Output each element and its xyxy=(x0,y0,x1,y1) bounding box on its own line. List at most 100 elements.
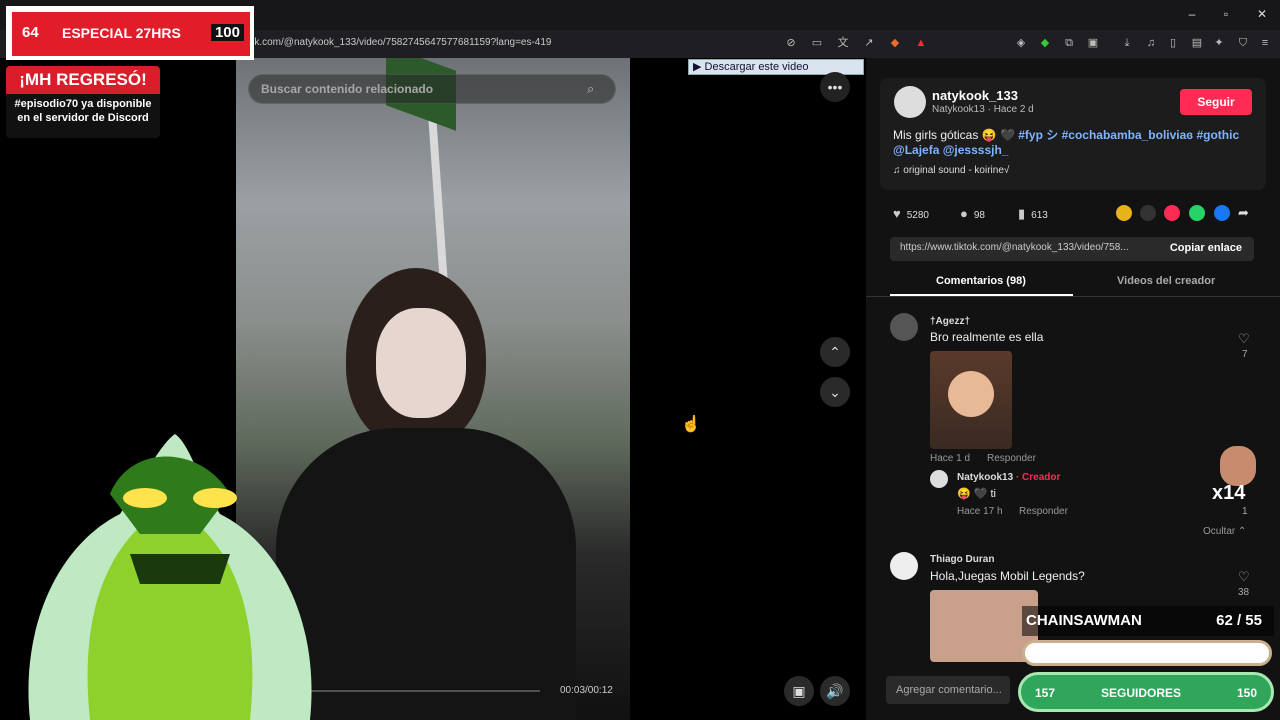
tab-creator-videos[interactable]: Videos del creador xyxy=(1117,275,1215,287)
video-link: https://www.tiktok.com/@natykook_133/vid… xyxy=(900,242,1129,253)
banner-title: ¡MH REGRESÓ! xyxy=(6,66,160,94)
bookmark-icon: ▮ xyxy=(1018,206,1026,221)
score-right: 100 xyxy=(210,24,244,41)
puzzle-icon[interactable]: ⧉ xyxy=(1062,36,1076,50)
maximize-icon[interactable]: ▫ xyxy=(1218,6,1234,22)
follow-button[interactable]: Seguir xyxy=(1180,89,1252,115)
video-timecode: 00:03/00:12 xyxy=(560,685,613,696)
streamer-webcam xyxy=(1220,446,1256,486)
cast-icon[interactable]: ▭ xyxy=(810,36,824,50)
link-box: https://www.tiktok.com/@natykook_133/vid… xyxy=(890,237,1254,261)
comment-avatar[interactable] xyxy=(890,552,918,580)
vpn-icon[interactable]: ⛉ xyxy=(1236,36,1250,50)
caption-text: Mis girls góticas 😝 🖤 xyxy=(893,128,1019,142)
comment-image[interactable] xyxy=(930,351,1012,449)
search-placeholder: Buscar contenido relacionado xyxy=(261,82,434,96)
extension-icon[interactable]: ◈ xyxy=(1014,36,1028,50)
copy-link-button[interactable]: Copiar enlace xyxy=(1170,242,1242,254)
gift-multiplier: x14 xyxy=(1212,482,1246,504)
hide-replies-button[interactable]: Ocultar ⌃ xyxy=(1203,526,1246,537)
search-icon[interactable]: ⌕ xyxy=(587,81,603,97)
author-username[interactable]: natykook_133 xyxy=(932,88,1018,103)
score-left: 64 xyxy=(22,24,39,41)
save-button[interactable]: ▮ 613 xyxy=(1018,206,1048,222)
reply-author[interactable]: Natykook13 · Creador xyxy=(957,472,1060,483)
banner-line-2: en el servidor de Discord xyxy=(17,112,149,124)
event-score-inner: 64 ESPECIAL 27HRS 100 xyxy=(12,12,250,56)
caption-mentions[interactable]: @Lajefa @jessssjh_ xyxy=(893,143,1008,157)
translate-icon[interactable]: 文 xyxy=(836,36,850,50)
comment-like-count: 7 xyxy=(1242,349,1248,360)
like-button[interactable]: ♥ 5280 xyxy=(893,206,929,221)
reply-time: Hace 17 h xyxy=(957,506,1003,517)
tab-comments[interactable]: Comentarios (98) xyxy=(936,275,1026,287)
comment-like-count: 38 xyxy=(1238,587,1250,598)
add-comment-input[interactable]: Agregar comentario... xyxy=(886,676,1010,704)
mascot-mouth xyxy=(130,554,230,584)
goal-label: CHAINSAWMAN xyxy=(1026,612,1142,629)
address-bar[interactable]: tiktok.com/@natykook_133/video/758274564… xyxy=(236,33,796,53)
followers-label: SEGUIDORES xyxy=(1101,686,1182,700)
comment-text: Hola,Juegas Mobil Legends? xyxy=(930,569,1085,583)
comment-author[interactable]: †Agezz† xyxy=(930,316,970,327)
tracking-icon[interactable]: ⊘ xyxy=(784,36,798,50)
share-arrow-icon[interactable]: ➦ xyxy=(1238,205,1254,221)
comment-author[interactable]: Thiago Duran xyxy=(930,554,994,565)
reply-reply-button[interactable]: Responder xyxy=(1019,506,1068,517)
reply-avatar[interactable] xyxy=(930,470,948,488)
followers-current: 157 xyxy=(1035,686,1056,700)
mascot-right-eye xyxy=(193,488,237,508)
pip-icon[interactable]: ▣ xyxy=(784,676,814,706)
sound-link[interactable]: ♫ original sound - koirine√ xyxy=(893,165,1009,176)
author-avatar[interactable] xyxy=(894,86,926,118)
creator-badge: · Creador xyxy=(1015,472,1061,483)
like-count: 5280 xyxy=(906,210,929,221)
menu-icon[interactable]: ≡ xyxy=(1258,36,1272,50)
more-options-icon[interactable]: ••• xyxy=(820,72,850,102)
comment-avatar[interactable] xyxy=(890,313,918,341)
related-search-input[interactable]: Buscar contenido relacionado ⌕ xyxy=(248,74,616,104)
followers-goal: 150 xyxy=(1236,686,1257,700)
comment-button[interactable]: ● 98 xyxy=(960,206,985,221)
rewards-icon[interactable]: ▲ xyxy=(914,36,928,50)
tab-separator xyxy=(866,296,1280,297)
banner-line-1: #episodio70 ya disponible xyxy=(14,98,152,110)
comment-count: 98 xyxy=(973,210,985,221)
cartoon-face xyxy=(948,371,994,417)
facebook-icon[interactable] xyxy=(1214,205,1230,221)
screenshot-icon[interactable]: ▣ xyxy=(1086,36,1100,50)
caption-hashtags[interactable]: #fyp シ #cochabamba_boliviaɞ #gothic xyxy=(1018,128,1239,142)
comment-text: Bro realmente es ella xyxy=(930,330,1044,344)
event-score-box: 64 ESPECIAL 27HRS 100 xyxy=(6,6,254,60)
volume-icon[interactable]: 🔊 xyxy=(820,676,850,706)
save-count: 613 xyxy=(1031,210,1048,221)
share-page-icon[interactable]: ↗ xyxy=(862,36,876,50)
next-video-icon[interactable]: ⌄ xyxy=(820,377,850,407)
author-handle: Natykook13 · Hace 2 d xyxy=(932,104,1034,115)
reply-button[interactable]: Responder xyxy=(987,453,1036,464)
minimize-icon[interactable]: – xyxy=(1184,6,1200,22)
brave-shield-icon[interactable]: ◆ xyxy=(888,36,902,50)
previous-video-icon[interactable]: ⌃ xyxy=(820,337,850,367)
comment-like-icon[interactable]: ♡ xyxy=(1238,569,1250,585)
extension-green-icon[interactable]: ◆ xyxy=(1038,36,1052,50)
send-icon[interactable] xyxy=(1164,205,1180,221)
music-icon[interactable]: ♫ xyxy=(1144,36,1158,50)
followers-goal-bar: 157 SEGUIDORES 150 xyxy=(1018,672,1274,712)
event-title: ESPECIAL 27HRS xyxy=(62,25,181,41)
reply-text: 😝 🖤 ti xyxy=(957,488,997,500)
heart-icon: ♥ xyxy=(893,206,901,221)
green-alien-mascot xyxy=(28,434,312,720)
post-caption: Mis girls góticas 😝 🖤 #fyp シ #cochabamba… xyxy=(893,128,1255,158)
sidebar-icon[interactable]: ▯ xyxy=(1166,36,1180,50)
download-icon[interactable]: ⤓ xyxy=(1120,36,1134,50)
goal-count: 62 / 55 xyxy=(1216,612,1262,629)
leo-icon[interactable]: ✦ xyxy=(1212,36,1226,50)
comment-like-icon[interactable]: ♡ xyxy=(1238,331,1250,347)
active-tab-indicator xyxy=(890,294,1073,296)
whatsapp-icon[interactable] xyxy=(1189,205,1205,221)
wallet-icon[interactable]: ▤ xyxy=(1190,36,1204,50)
embed-icon[interactable] xyxy=(1140,205,1156,221)
repost-icon[interactable] xyxy=(1116,205,1132,221)
close-window-icon[interactable]: ✕ xyxy=(1254,6,1270,22)
